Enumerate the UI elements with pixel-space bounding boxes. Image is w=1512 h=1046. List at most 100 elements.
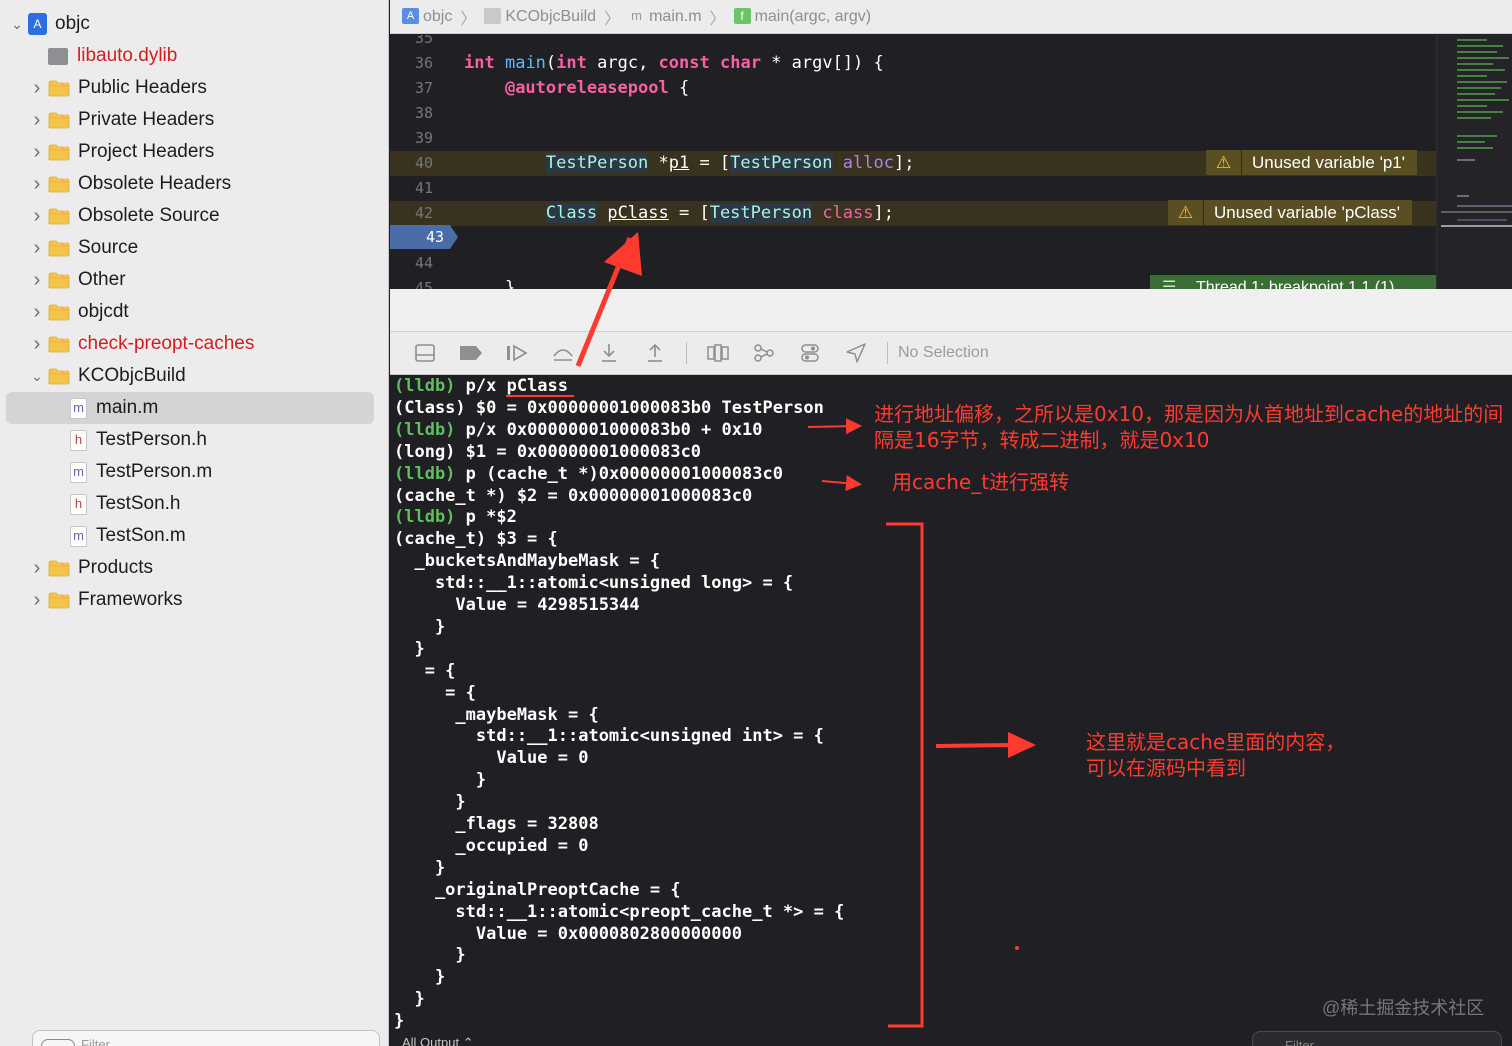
output-selector[interactable]: All Output ⌃ [402, 1035, 474, 1046]
navigator-item-testperson-m[interactable]: m TestPerson.m [6, 456, 374, 488]
console-text: _flags = 32808 [394, 814, 599, 834]
breadcrumb-item[interactable]: f main(argc, argv) [733, 7, 872, 26]
breadcrumb-label: main(argc, argv) [754, 7, 872, 25]
code-line[interactable] [390, 226, 1436, 251]
navigator-filter-placeholder: Filter [81, 1037, 110, 1046]
chevron-right-icon[interactable]: › [26, 557, 48, 580]
navigator-item-label: Project Headers [78, 141, 215, 162]
line-number[interactable]: 40 [390, 151, 445, 176]
hide-debug-area-icon[interactable] [402, 338, 448, 368]
breadcrumb-item[interactable]: KCObjcBuild [484, 8, 596, 26]
source-editor[interactable]: 35 36 int main(int argc, const char * argv… [390, 35, 1512, 289]
environment-overrides-icon[interactable] [787, 338, 833, 368]
chevron-right-icon[interactable]: › [26, 237, 48, 260]
chevron-right-icon[interactable]: › [26, 333, 48, 356]
line-number[interactable]: 42 [390, 201, 445, 226]
console-output-line: _bucketsAndMaybeMask = { [394, 550, 660, 572]
folder-icon [48, 240, 70, 256]
memory-graph-icon[interactable] [741, 338, 787, 368]
chevron-right-icon[interactable]: › [26, 77, 48, 100]
navigator-item-label: libauto.dylib [77, 45, 178, 66]
console-output-line: } [394, 616, 445, 638]
navigator-item-testperson-h[interactable]: h TestPerson.h [6, 424, 374, 456]
navigator-item-project-headers[interactable]: › Project Headers [6, 136, 374, 168]
navigator-item-label: objcdt [78, 301, 129, 322]
minimap[interactable] [1436, 35, 1512, 289]
navigator-item-products[interactable]: › Products [6, 552, 374, 584]
navigator-item-other[interactable]: › Other [6, 264, 374, 296]
chevron-right-icon[interactable]: › [26, 301, 48, 324]
pclass-annotation-underline [506, 395, 574, 397]
program-counter-marker[interactable]: 43 [390, 225, 458, 249]
line-number[interactable]: 37 [390, 76, 445, 101]
line-number[interactable]: 45 [390, 276, 445, 289]
continue-icon[interactable] [494, 338, 540, 368]
navigator-item-main-m[interactable]: m main.m [6, 392, 374, 424]
chevron-right-icon[interactable]: › [26, 269, 48, 292]
step-out-icon[interactable] [632, 338, 678, 368]
code-line[interactable]: 44 [390, 251, 1436, 276]
console-output-line: } [394, 638, 424, 660]
navigator-item-obsolete-source[interactable]: › Obsolete Source [6, 200, 374, 232]
navigator-item-label: TestSon.m [96, 525, 186, 546]
chevron-down-icon[interactable]: ⌄ [26, 368, 48, 385]
navigator-item-label: Obsolete Source [78, 205, 220, 226]
step-over-icon[interactable] [540, 338, 586, 368]
navigator-item-objcdt[interactable]: › objcdt [6, 296, 374, 328]
thread-breakpoint-badge[interactable]: ☰ Thread 1: breakpoint 1.1 (1) [1150, 275, 1436, 289]
navigator-item-kcobjcbuild[interactable]: ⌄ KCObjcBuild [6, 360, 374, 392]
line-number[interactable]: 44 [390, 251, 445, 276]
line-number[interactable]: 39 [390, 126, 445, 151]
location-icon[interactable] [833, 338, 879, 368]
line-number[interactable]: 41 [390, 176, 445, 201]
breakpoints-toggle-icon[interactable] [448, 338, 494, 368]
line-number[interactable]: 38 [390, 101, 445, 126]
navigator-item-private-headers[interactable]: › Private Headers [6, 104, 374, 136]
code-line[interactable]: 41 [390, 176, 1436, 201]
code-line[interactable]: 35 [390, 35, 1436, 51]
breadcrumb-item[interactable]: m main.m [628, 8, 701, 26]
chevron-down-icon[interactable]: ⌄ [6, 16, 28, 33]
line-number[interactable]: 36 [390, 51, 445, 76]
navigator-item-testson-h[interactable]: h TestSon.h [6, 488, 374, 520]
navigator-item-objc[interactable]: ⌄ Aobjc [6, 8, 374, 40]
navigator-item-libauto-dylib[interactable]: libauto.dylib [6, 40, 374, 72]
navigator-item-check-preopt-caches[interactable]: › check-preopt-caches [6, 328, 374, 360]
chevron-right-icon[interactable]: › [26, 141, 48, 164]
breadcrumb-separator: 〉 [604, 10, 621, 28]
console-output-line: (cache_t) $3 = { [394, 528, 558, 550]
code-line[interactable]: 37 @autoreleasepool { [390, 76, 1436, 101]
console-text: (cache_t *) $2 = 0x00000001000083c0 [394, 485, 753, 506]
implementation-file-icon: m [70, 397, 87, 419]
chevron-right-icon[interactable]: › [26, 109, 48, 132]
navigator-item-source[interactable]: › Source [6, 232, 374, 264]
navigator-item-label: Other [78, 269, 126, 290]
chevron-right-icon[interactable]: › [26, 173, 48, 196]
code-line[interactable]: 38 [390, 101, 1436, 126]
view-debugger-icon[interactable] [695, 338, 741, 368]
editor-separator [390, 289, 1512, 331]
project-navigator: ⌄ Aobjc libauto.dylib › Public Headers › Priva… [0, 0, 389, 1046]
navigator-item-frameworks[interactable]: › Frameworks [6, 584, 374, 616]
folder-icon [48, 592, 70, 608]
chevron-right-icon[interactable]: › [26, 589, 48, 612]
filter-options-icon[interactable] [41, 1039, 75, 1046]
console-text: Value = 4298515344 [394, 595, 640, 615]
navigator-item-testson-m[interactable]: m TestSon.m [6, 520, 374, 552]
chevron-right-icon[interactable]: › [26, 205, 48, 228]
breadcrumb-item[interactable]: Aobjc [402, 8, 452, 26]
console-output-line: (long) $1 = 0x00000001000083c0 [394, 441, 701, 463]
line-number[interactable]: 35 [390, 35, 445, 51]
navigator-item-public-headers[interactable]: › Public Headers [6, 72, 374, 104]
console-filter-field[interactable]: Filter [1252, 1031, 1502, 1046]
warning-badge-p1[interactable]: ⚠ Unused variable 'p1' [1206, 150, 1417, 175]
navigator-item-label: Products [78, 557, 153, 578]
lldb-prompt: (lldb) [394, 507, 456, 528]
navigator-item-obsolete-headers[interactable]: › Obsolete Headers [6, 168, 374, 200]
navigator-filter-field[interactable]: Filter [32, 1030, 380, 1046]
step-into-icon[interactable] [586, 338, 632, 368]
navigator-item-label: Private Headers [78, 109, 215, 130]
code-line[interactable]: 39 [390, 126, 1436, 151]
warning-badge-pclass[interactable]: ⚠ Unused variable 'pClass' [1168, 200, 1413, 225]
code-line[interactable]: 36 int main(int argc, const char * argv[]… [390, 51, 1436, 76]
